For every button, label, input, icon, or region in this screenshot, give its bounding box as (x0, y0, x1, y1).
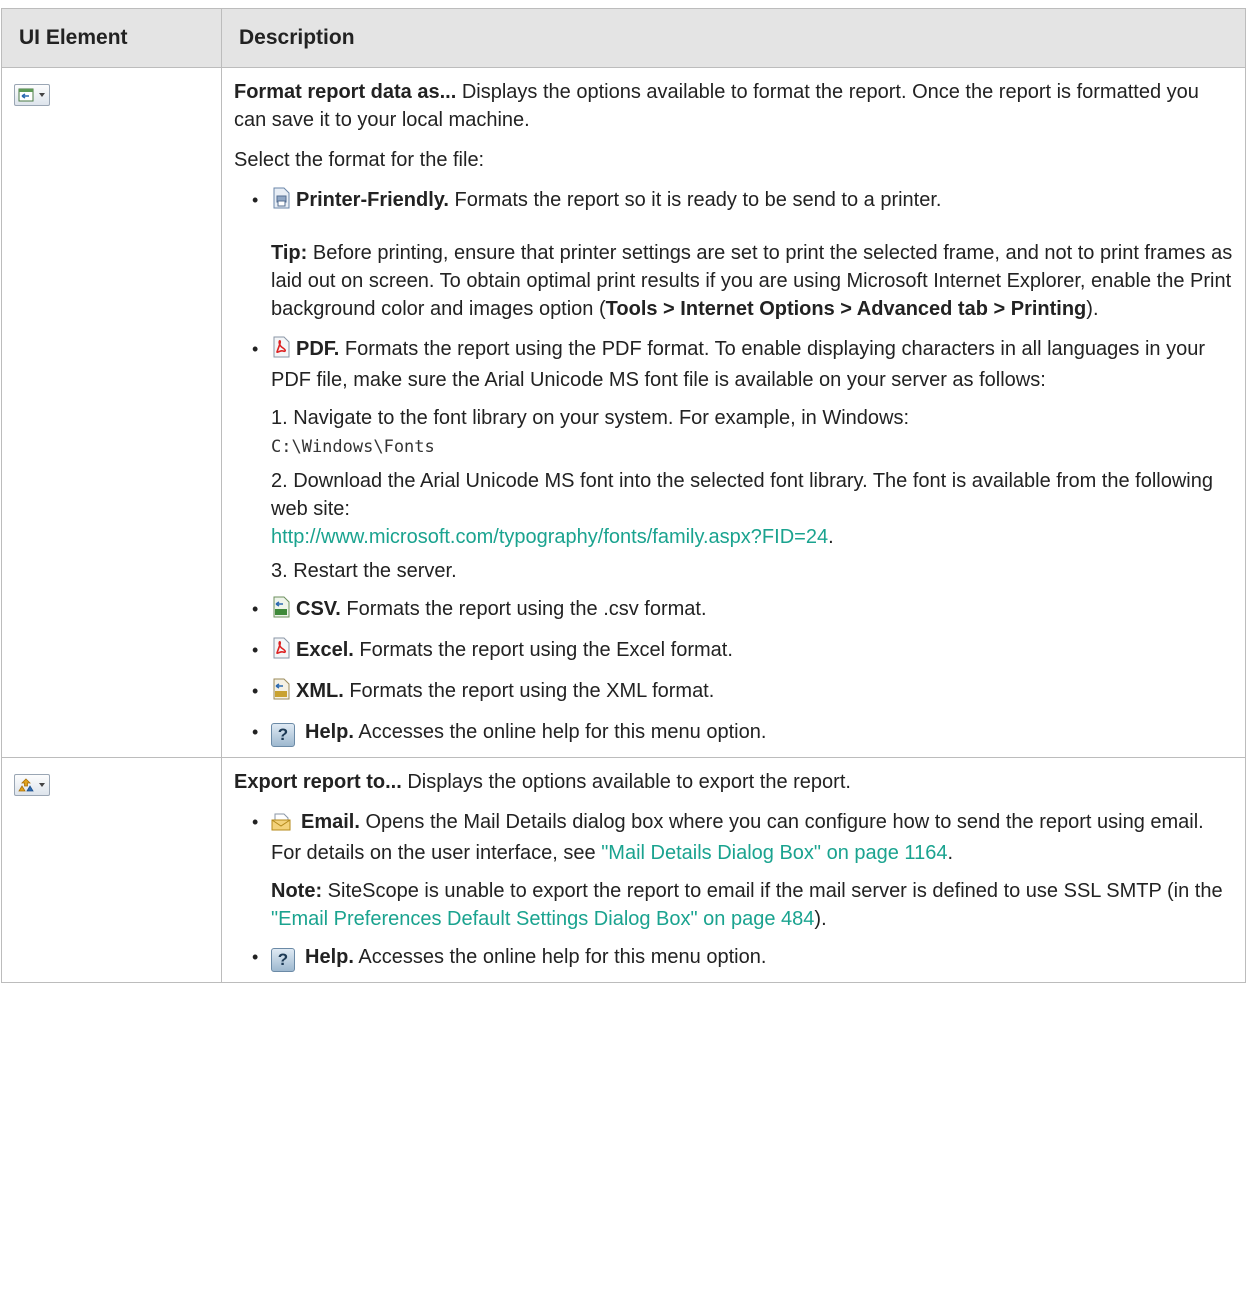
export-report-dropdown-icon[interactable] (14, 774, 50, 796)
header-ui-element: UI Element (1, 8, 222, 68)
export-intro: Export report to... Displays the options… (234, 771, 851, 793)
email-note: Note: SiteScope is unable to export the … (271, 880, 1223, 930)
table-row-format: Format report data as... Displays the op… (1, 67, 1246, 758)
export-options-list: Email. Opens the Mail Details dialog box… (234, 808, 1233, 972)
excel-icon (271, 637, 291, 667)
xml-icon (271, 678, 291, 708)
option-pdf: PDF. Formats the report using the PDF fo… (252, 335, 1233, 585)
help-icon: ? (271, 723, 295, 747)
description-cell: Export report to... Displays the options… (221, 757, 1246, 983)
pdf-step-1: 1. Navigate to the font library on your … (271, 407, 910, 457)
printer-tip: Tip: Before printing, ensure that printe… (271, 242, 1233, 320)
table-row-export: Export report to... Displays the options… (1, 757, 1246, 983)
description-cell: Format report data as... Displays the op… (221, 67, 1246, 758)
format-report-dropdown-icon[interactable] (14, 84, 50, 106)
option-help: ?Help. Accesses the online help for this… (252, 943, 1233, 972)
ui-element-cell (1, 757, 222, 983)
option-csv: CSV. Formats the report using the .csv f… (252, 595, 1233, 626)
pdf-step-2: 2. Download the Arial Unicode MS font in… (271, 470, 1213, 548)
font-download-link[interactable]: http://www.microsoft.com/typography/font… (271, 526, 828, 548)
help-icon: ? (271, 948, 295, 972)
pdf-step-3: 3. Restart the server. (271, 560, 457, 582)
table-header-row: UI Element Description (1, 8, 1246, 68)
email-preferences-link[interactable]: "Email Preferences Default Settings Dial… (271, 908, 814, 930)
option-xml: XML. Formats the report using the XML fo… (252, 677, 1233, 708)
printer-icon (271, 187, 291, 217)
option-help: ?Help. Accesses the online help for this… (252, 718, 1233, 747)
format-intro: Format report data as... Displays the op… (234, 81, 1199, 131)
ui-elements-table: UI Element Description Format report dat… (1, 8, 1246, 983)
option-excel: Excel. Formats the report using the Exce… (252, 636, 1233, 667)
format-options-list: Printer-Friendly. Formats the report so … (234, 186, 1233, 747)
fonts-path: C:\Windows\Fonts (271, 437, 435, 457)
mail-details-link[interactable]: "Mail Details Dialog Box" on page 1164 (601, 842, 947, 864)
csv-icon (271, 596, 291, 626)
option-email: Email. Opens the Mail Details dialog box… (252, 808, 1233, 933)
ui-element-cell (1, 67, 222, 758)
pdf-icon (271, 336, 291, 366)
option-printer-friendly: Printer-Friendly. Formats the report so … (252, 186, 1233, 323)
email-icon (271, 811, 291, 839)
header-description: Description (221, 8, 1246, 68)
select-format-label: Select the format for the file: (234, 149, 485, 171)
